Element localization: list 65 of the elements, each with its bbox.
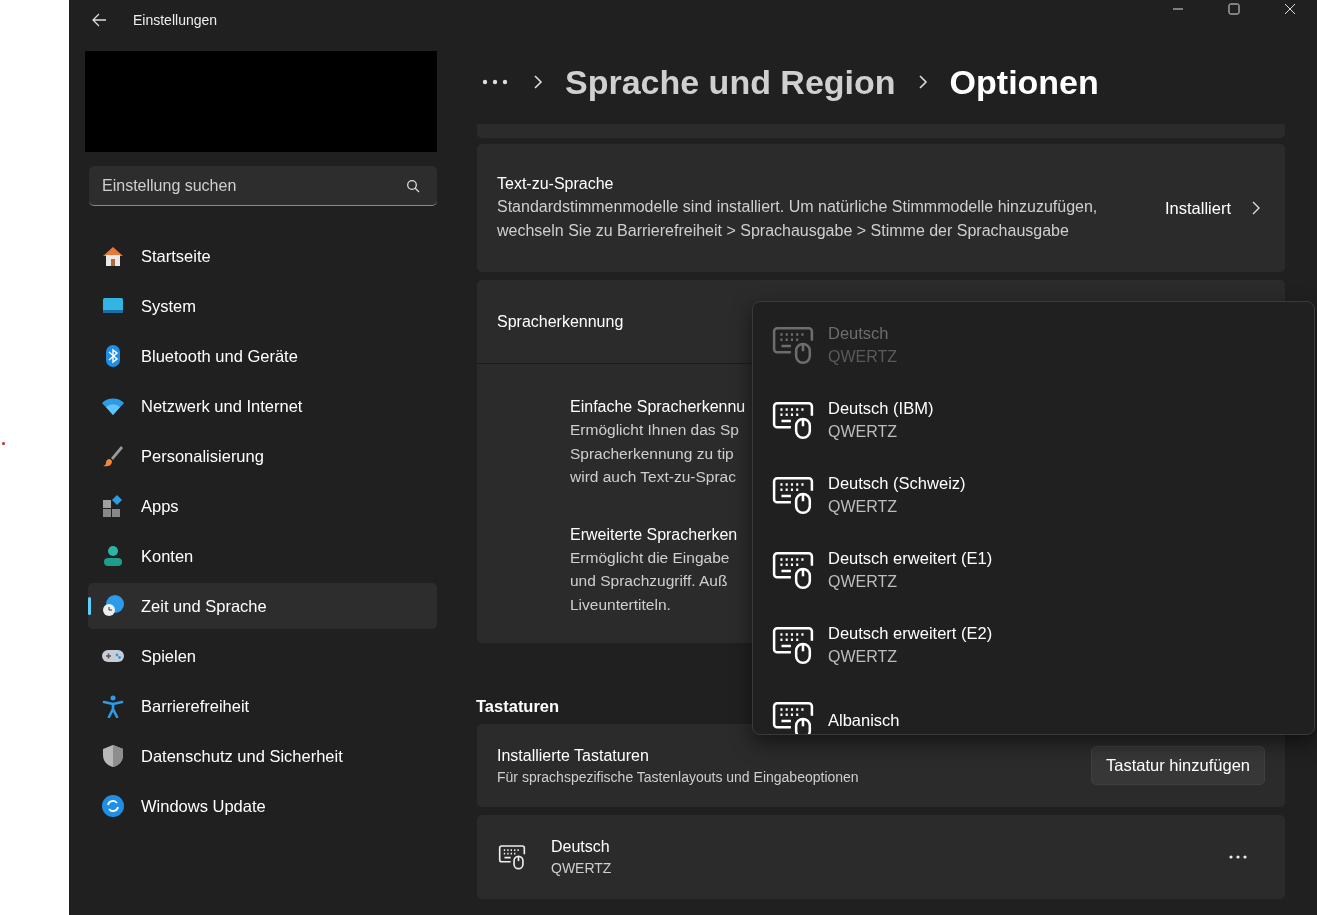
sidebar-item[interactable]: Bluetooth und Geräte: [88, 333, 437, 379]
sync-icon: [101, 794, 125, 818]
chevron-icon: [533, 75, 543, 89]
card-description: Standardstimmenmodelle sind installiert. Um natürliche Stimmmodelle hinzuzufügen, wechseln Sie zu Barrierefreiheit > Sprachausgabe > Stimme der Sprachausgabe: [497, 197, 1099, 241]
section-heading: Tastaturen: [476, 697, 561, 716]
keyboard-mouse-icon: [772, 324, 814, 365]
keyboard-mouse-icon: [498, 844, 526, 870]
window-title: Einstellungen: [133, 12, 218, 28]
more-icon[interactable]: [1229, 855, 1247, 859]
option-description: wird auch Text-zu-Sprac: [570, 467, 736, 487]
keyboard-mouse-icon: [772, 699, 814, 734]
keyboard-mouse-icon: [772, 624, 814, 665]
close-icon[interactable]: [1284, 3, 1296, 15]
sidebar-item[interactable]: Personalisierung: [88, 433, 437, 479]
sidebar-item[interactable]: Startseite: [88, 233, 437, 279]
person-icon: [101, 544, 125, 568]
back-icon[interactable]: [91, 12, 107, 28]
home-icon: [101, 244, 125, 268]
page-title: Optionen: [949, 62, 1099, 102]
keyboard-name: Deutsch: [551, 837, 611, 857]
chevron-icon: [917, 75, 928, 89]
brush-icon: [101, 444, 125, 468]
menu-item[interactable]: Albanisch: [772, 682, 1314, 734]
menu-item[interactable]: Deutsch (IBM) QWERTZ: [772, 382, 1314, 457]
sidebar-item[interactable]: Spielen: [88, 633, 437, 679]
chevron-icon: [1251, 201, 1261, 215]
search-icon: [406, 179, 420, 193]
option-description: und Sprachzugriff. Auß: [570, 571, 728, 591]
option-description: Liveuntertiteln.: [570, 594, 671, 615]
settings-card[interactable]: Text-zu-Sprache Standardstimmenmodelle sind installiert. Um natürliche Stimmmodelle hinzuzufügen, wechseln Sie zu Barrierefreiheit > Sprachausgabe > Stimme der Sprachausgabe Installiert: [477, 144, 1285, 272]
maximize-icon[interactable]: [1228, 3, 1240, 15]
sidebar-item[interactable]: Apps: [88, 483, 437, 529]
option-description: Ermöglicht Ihnen das Sp: [570, 420, 739, 440]
globe-clock-icon: [101, 594, 125, 618]
menu-item[interactable]: Deutsch (Schweiz) QWERTZ: [772, 457, 1314, 532]
option-title: Erweiterte Spracherken: [570, 524, 738, 545]
sidebar-item[interactable]: Windows Update: [88, 783, 437, 829]
sidebar-item[interactable]: Barrierefreiheit: [88, 683, 437, 729]
sidebar-item[interactable]: Datenschutz und Sicherheit: [88, 733, 437, 779]
search-field[interactable]: Einstellung suchen: [89, 166, 437, 206]
card-title: Text-zu-Sprache: [497, 174, 615, 194]
sidebar-item[interactable]: Konten: [88, 533, 437, 579]
keyboard-mouse-icon: [772, 549, 814, 590]
keyboard-mouse-icon: [772, 474, 814, 515]
card-title: Installierte Tastaturen: [497, 745, 650, 766]
keyboard-layout: QWERTZ: [551, 859, 612, 878]
stray-dot: [2, 442, 5, 445]
sidebar-item[interactable]: Zeit und Sprache: [88, 583, 437, 629]
sidebar-item[interactable]: System: [88, 283, 437, 329]
card-description: Für sprachspezifische Tastenlayouts und Eingabeoptionen: [497, 767, 859, 787]
apps-icon: [101, 494, 125, 518]
add-keyboard-button[interactable]: Tastatur hinzufügen: [1091, 746, 1265, 785]
status-text: Installiert: [1164, 198, 1231, 218]
menu-item[interactable]: Deutsch erweitert (E1) QWERTZ: [772, 532, 1314, 607]
option-description: Ermöglicht die Eingabe: [570, 547, 730, 568]
sidebar-item[interactable]: Netzwerk und Internet: [88, 383, 437, 429]
card-title: Spracherkennung: [497, 311, 624, 332]
menu-item[interactable]: Deutsch erweitert (E2) QWERTZ: [772, 607, 1314, 682]
accessibility-icon: [101, 694, 125, 718]
shield-icon: [101, 744, 125, 768]
breadcrumb-link[interactable]: Sprache und Region: [565, 62, 896, 102]
option-description: Spracherkennung zu tip: [570, 443, 734, 464]
keyboard-row[interactable]: Deutsch QWERTZ: [477, 815, 1285, 899]
option-title: Einfache Spracherkennu: [570, 397, 746, 417]
keyboard-mouse-icon: [772, 399, 814, 440]
